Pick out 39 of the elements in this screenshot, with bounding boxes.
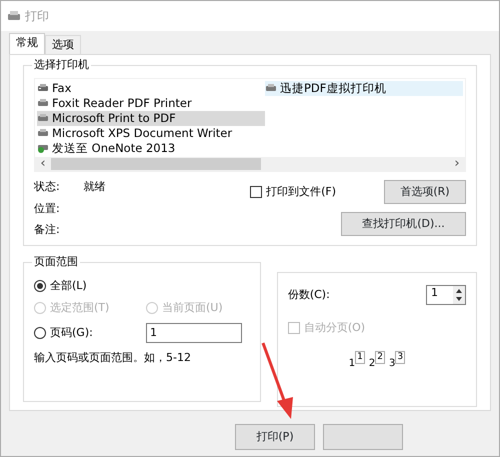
group-title: 选择打印机	[32, 58, 91, 72]
status-label: 状态:	[34, 180, 60, 194]
scroll-right-arrow[interactable]: ›	[449, 156, 465, 171]
location-label: 位置:	[34, 202, 61, 216]
page-number-field[interactable]: 1	[146, 322, 242, 342]
window-title: 打印	[25, 8, 49, 24]
find-printer-button[interactable]: 查找打印机(D)...	[341, 212, 466, 236]
status-value: 就绪	[84, 180, 106, 194]
printer-list[interactable]: Fax Foxit Reader PDF Printer Microsoft Print to PDF Microsoft XPS Document Writer 发送至 OneNote 2013 迅捷PDF虚拟打印机 ‹ ›	[34, 78, 466, 172]
radio-button[interactable]	[34, 326, 46, 338]
print-to-file-checkbox[interactable]: 打印到文件(F)	[250, 184, 336, 199]
printer-item[interactable]: Microsoft Print to PDF	[37, 110, 265, 126]
printer-icon	[37, 128, 49, 138]
scroll-left-arrow[interactable]: ‹	[35, 156, 51, 171]
tab[interactable]: 选项	[45, 35, 81, 54]
hint-text: 输入页码或页面范围。如，5-12	[34, 350, 192, 364]
group-title: 页面范围	[32, 255, 80, 269]
printer-icon	[265, 83, 277, 94]
printer-item[interactable]: Fax	[37, 80, 265, 96]
printer-icon	[37, 143, 49, 154]
radio-option[interactable]: 全部(L)	[34, 279, 250, 293]
printer-item[interactable]: 迅捷PDF虚拟打印机	[265, 80, 463, 96]
preferences-button[interactable]: 首选项(R)	[384, 180, 466, 204]
tab[interactable]: 常规	[9, 33, 45, 54]
printer-icon	[37, 98, 49, 108]
radio-button[interactable]	[34, 280, 46, 292]
printer-icon	[37, 113, 49, 124]
radio-option[interactable]: 页码(G):	[34, 326, 146, 340]
comment-label: 备注:	[34, 223, 61, 237]
copies-spinner[interactable]: 1	[426, 285, 466, 305]
dialog-button[interactable]	[323, 424, 403, 450]
printer-item[interactable]: Microsoft XPS Document Writer	[37, 126, 265, 141]
printer-item[interactable]: Foxit Reader PDF Printer	[37, 96, 265, 111]
printer-item[interactable]: 发送至 OneNote 2013	[37, 140, 265, 156]
copies-label: 份数(C):	[288, 288, 330, 302]
fax-icon	[37, 83, 49, 94]
scrollbar-thumb[interactable]	[51, 158, 261, 170]
dialog-button[interactable]: 打印(P)	[235, 424, 315, 450]
printer-icon	[7, 10, 21, 22]
